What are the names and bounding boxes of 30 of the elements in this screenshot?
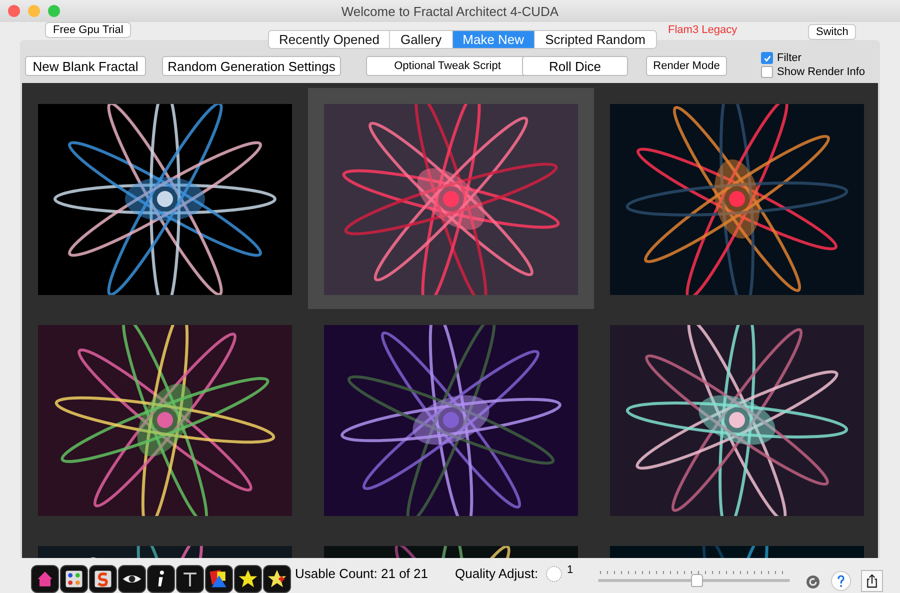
toolbar-button[interactable]: Random Generation Settings — [162, 56, 341, 76]
switch-button[interactable]: Switch — [808, 24, 856, 40]
text-icon[interactable] — [176, 565, 204, 593]
quality-knob[interactable] — [546, 566, 562, 582]
toolbar-button[interactable]: Roll Dice — [522, 56, 628, 76]
refresh-icon[interactable] — [806, 575, 820, 589]
checkbox-label: Show Render Info — [777, 66, 866, 78]
grid-icon[interactable] — [60, 565, 88, 593]
quality-adjust-label: Quality Adjust: — [455, 566, 538, 581]
script-icon[interactable] — [89, 565, 117, 593]
free-gpu-trial-button[interactable]: Free Gpu Trial — [45, 22, 132, 38]
checkbox-label: Filter — [777, 52, 802, 64]
eye-icon[interactable] — [118, 565, 146, 593]
selected-thumbnail-background[interactable] — [308, 88, 594, 309]
share-icon[interactable] — [861, 570, 883, 592]
window-title: Welcome to Fractal Architect 4-CUDA — [340, 4, 560, 18]
info-icon[interactable] — [147, 565, 175, 593]
usable-count: Usable Count: 21 of 21 — [295, 566, 428, 581]
star-plus-icon[interactable] — [263, 565, 291, 593]
home-icon[interactable] — [31, 565, 59, 593]
toolbar-button[interactable]: Render Mode — [646, 56, 727, 76]
flam3-legacy-label: Flam3 Legacy — [668, 24, 738, 36]
tab[interactable]: Scripted Random — [534, 31, 656, 48]
slider-track[interactable] — [598, 570, 790, 586]
checkbox[interactable] — [761, 52, 773, 64]
help-icon[interactable] — [831, 571, 851, 591]
checkbox[interactable] — [761, 66, 773, 78]
toolbar-button[interactable]: New Blank Fractal — [25, 56, 146, 76]
shapes-icon[interactable] — [205, 565, 233, 593]
quality-value: 1 — [567, 564, 574, 576]
